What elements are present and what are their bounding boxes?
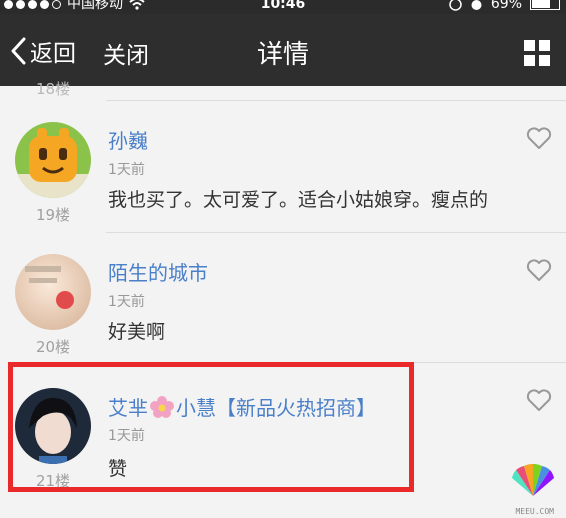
- battery-percent: 69%: [490, 0, 522, 12]
- nav-bar: 返回 关闭 详情: [0, 14, 566, 86]
- user-name[interactable]: 孙巍: [108, 125, 148, 154]
- page-title: 详情: [256, 40, 309, 70]
- grid-menu-icon[interactable]: [524, 40, 550, 66]
- alarm-icon: [471, 0, 482, 10]
- floor-label: 20楼: [35, 338, 71, 356]
- divider: [106, 100, 566, 101]
- flower-emoji-icon: [150, 396, 174, 418]
- divider: [106, 362, 566, 363]
- orientation-lock-icon: [449, 0, 462, 11]
- floor-label: 18楼: [36, 80, 71, 98]
- avatar[interactable]: [15, 388, 91, 464]
- comment-text: 赞: [108, 458, 128, 480]
- heart-icon[interactable]: [526, 258, 552, 282]
- battery-icon: [530, 0, 560, 10]
- user-name[interactable]: 陌生的城市: [108, 257, 208, 286]
- avatar[interactable]: [15, 254, 91, 330]
- comment-text: 我也买了。太可爱了。适合小姑娘穿。瘦点的: [108, 189, 489, 211]
- timestamp: 1天前: [108, 428, 145, 444]
- floor-label: 19楼: [35, 206, 71, 224]
- floor-label: 21楼: [35, 472, 71, 490]
- status-bar: 中国移动 10:46 69%: [0, 0, 566, 14]
- comment-text: 好美啊: [108, 321, 166, 343]
- status-right: 69%: [449, 0, 560, 11]
- comment-list: 18楼 19楼 孙巍 1天前 我也买了。太可爱了。适合小姑娘穿。瘦点的 20楼 …: [0, 80, 566, 518]
- peacock-logo-icon: [512, 463, 554, 496]
- timestamp: 1天前: [108, 294, 145, 310]
- battery-fill: [532, 0, 550, 8]
- heart-icon[interactable]: [526, 388, 552, 412]
- timestamp: 1天前: [108, 162, 145, 178]
- heart-icon[interactable]: [526, 126, 552, 150]
- divider: [106, 232, 566, 233]
- user-name-part: 艾芈: [108, 396, 148, 420]
- avatar[interactable]: [15, 122, 91, 198]
- user-name[interactable]: 艾芈 小慧【新品火热招商】: [108, 392, 376, 421]
- watermark-text: MEEU.COM: [515, 507, 554, 516]
- user-name-part: 小慧【新品火热招商】: [176, 396, 376, 420]
